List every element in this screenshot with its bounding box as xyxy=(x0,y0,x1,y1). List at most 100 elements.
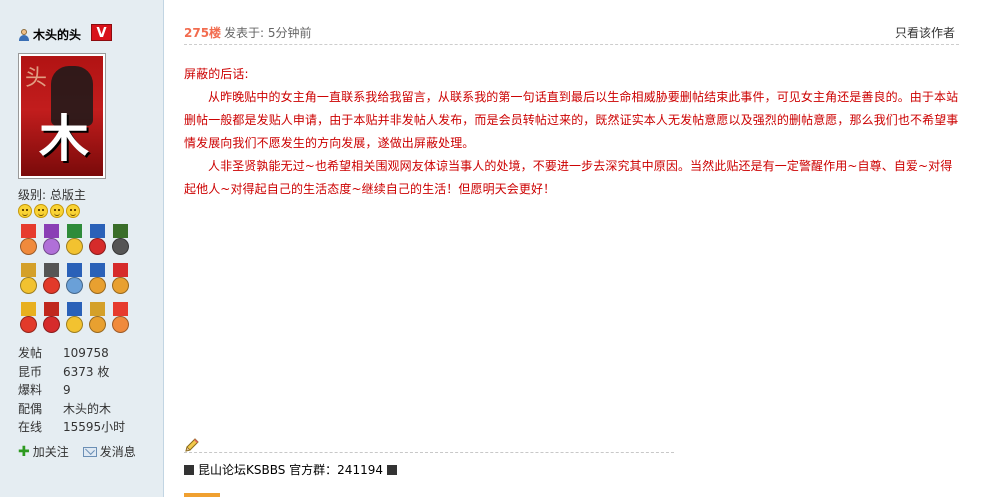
stat-row: 爆料 9 xyxy=(18,381,125,400)
smiley-icon xyxy=(34,204,48,218)
author-name-text[interactable]: 木头的头 xyxy=(33,26,81,43)
medal-disc xyxy=(89,238,106,255)
stat-key: 配偶 xyxy=(18,401,43,416)
medal-ribbon xyxy=(113,302,128,316)
vip-badge: V xyxy=(91,24,112,41)
post-title-line: 屏蔽的后话: xyxy=(184,67,249,81)
post-paragraph: 从昨晚贴中的女主角一直联系我给我留言，从联系我的第一句话直到最后以生命相威胁要删… xyxy=(184,90,959,150)
medal-disc xyxy=(20,238,37,255)
medal-icon[interactable] xyxy=(110,302,131,340)
stat-key: 昆币 xyxy=(18,364,43,379)
stat-row: 发帖 109758 xyxy=(18,344,125,363)
medal-disc xyxy=(112,316,129,333)
medal-ribbon xyxy=(113,224,128,238)
medal-icon[interactable] xyxy=(110,224,131,262)
medal-disc xyxy=(89,277,106,294)
header-divider xyxy=(184,44,959,45)
medal-disc xyxy=(66,316,83,333)
medal-ribbon xyxy=(21,263,36,277)
medal-disc xyxy=(20,316,37,333)
pencil-icon xyxy=(185,438,199,452)
smiley-icon xyxy=(66,204,80,218)
mail-icon xyxy=(82,446,97,457)
medal-ribbon xyxy=(44,263,59,277)
stat-value: 6373 枚 xyxy=(63,364,110,379)
stat-value: 15595小时 xyxy=(63,420,126,435)
post-time: 发表于: 5分钟前 xyxy=(224,26,312,40)
stat-key: 爆料 xyxy=(18,383,43,398)
post-content: 屏蔽的后话: 从昨晚贴中的女主角一直联系我给我留言，从联系我的第一句话直到最后以… xyxy=(184,63,961,201)
medal-icon[interactable] xyxy=(41,224,62,262)
author-sidebar: 木头的头 V 头 木 级别: 总版主 发帖 109758 昆币 6373 枚 爆料 9… xyxy=(0,0,164,497)
signature: 昆山论坛KSBBS 官方群：241194 xyxy=(184,461,397,478)
author-name[interactable]: 木头的头 xyxy=(18,26,81,43)
follow-label[interactable]: 加关注 xyxy=(33,443,69,460)
square-bullet-icon xyxy=(184,464,194,475)
level-stars xyxy=(18,204,80,218)
next-post-edge xyxy=(184,493,220,497)
floor-number[interactable]: 275楼 xyxy=(184,24,221,41)
stat-key: 发帖 xyxy=(18,346,43,360)
medal-ribbon xyxy=(44,302,59,316)
only-author-link[interactable]: 只看该作者 xyxy=(895,24,955,41)
medal-icon[interactable] xyxy=(87,302,108,340)
medal-disc xyxy=(20,277,37,294)
medal-disc xyxy=(43,238,60,255)
stat-row: 昆币 6373 枚 xyxy=(18,363,125,382)
stat-value: 木头的木 xyxy=(63,401,112,416)
medal-icon[interactable] xyxy=(64,263,85,301)
medal-grid xyxy=(18,224,133,340)
medal-disc xyxy=(89,316,106,333)
plus-icon: ✚ xyxy=(18,443,30,460)
medal-ribbon xyxy=(21,302,36,316)
medal-icon[interactable] xyxy=(64,302,85,340)
medal-disc xyxy=(43,277,60,294)
medal-icon[interactable] xyxy=(87,224,108,262)
message-button[interactable]: 发消息 xyxy=(82,443,136,460)
user-icon xyxy=(18,28,30,41)
medal-icon[interactable] xyxy=(64,224,85,262)
stat-key: 在线 xyxy=(18,420,43,435)
user-level: 级别: 总版主 xyxy=(18,188,86,202)
signature-divider xyxy=(184,452,674,453)
message-label[interactable]: 发消息 xyxy=(100,443,136,460)
follow-button[interactable]: ✚ 加关注 xyxy=(18,443,69,460)
medal-icon[interactable] xyxy=(18,224,39,262)
medal-icon[interactable] xyxy=(41,302,62,340)
medal-disc xyxy=(112,238,129,255)
medal-icon[interactable] xyxy=(18,302,39,340)
medal-ribbon xyxy=(90,224,105,238)
medal-disc xyxy=(66,277,83,294)
square-bullet-icon xyxy=(386,464,397,475)
user-stats: 发帖 109758 昆币 6373 枚 爆料 9 配偶 木头的木 在线 15595小时 xyxy=(18,344,125,437)
medal-ribbon xyxy=(67,302,82,316)
medal-icon[interactable] xyxy=(110,263,131,301)
user-actions: ✚ 加关注 发消息 xyxy=(18,443,136,460)
medal-ribbon xyxy=(21,224,36,238)
smiley-icon xyxy=(18,204,32,218)
smiley-icon xyxy=(50,204,64,218)
medal-ribbon xyxy=(113,263,128,277)
medal-ribbon xyxy=(67,224,82,238)
medal-disc xyxy=(43,316,60,333)
medal-ribbon xyxy=(90,302,105,316)
stat-row: 配偶 木头的木 xyxy=(18,400,125,419)
medal-icon[interactable] xyxy=(87,263,108,301)
avatar-image: 头 木 xyxy=(21,56,103,176)
medal-disc xyxy=(66,238,83,255)
medal-ribbon xyxy=(67,263,82,277)
post-main: 275楼 发表于: 5分钟前 只看该作者 屏蔽的后话: 从昨晚贴中的女主角一直联… xyxy=(164,0,983,497)
stat-value: 9 xyxy=(63,383,71,398)
avatar[interactable]: 头 木 xyxy=(18,53,106,179)
avatar-text-main: 木 xyxy=(39,109,89,168)
medal-disc xyxy=(112,277,129,294)
post-paragraph: 人非圣贤孰能无过~也希望相关围观网友体谅当事人的处境，不要进一步去深究其中原因。… xyxy=(184,159,953,196)
avatar-text-top: 头 xyxy=(25,66,48,91)
medal-icon[interactable] xyxy=(41,263,62,301)
medal-ribbon xyxy=(44,224,59,238)
medal-ribbon xyxy=(90,263,105,277)
stat-row: 在线 15595小时 xyxy=(18,418,125,437)
signature-text: 昆山论坛KSBBS 官方群：241194 xyxy=(198,463,383,477)
medal-icon[interactable] xyxy=(18,263,39,301)
stat-value: 109758 xyxy=(63,346,109,360)
